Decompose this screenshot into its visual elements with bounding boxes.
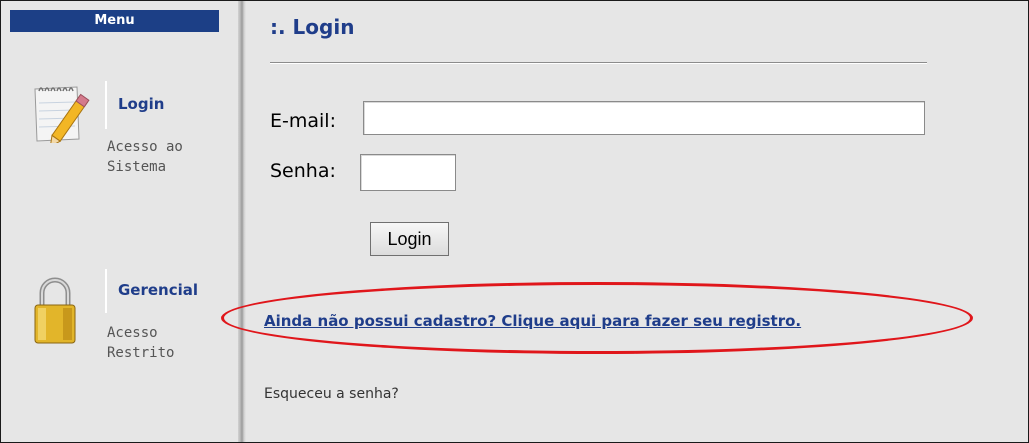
divider [105,269,107,313]
sidebar: Menu Login Acesso ao Sistema Gerencial A… [1,1,238,442]
sidebar-item-description: Acesso Restrito [107,325,175,361]
menu-header: Menu [10,10,219,32]
page-title: :. Login [270,15,355,39]
register-link[interactable]: Ainda não possui cadastro? Clique aqui p… [264,312,801,330]
padlock-icon [33,275,77,345]
sidebar-item-label[interactable]: Login [118,95,164,113]
email-label: E-mail: [270,110,336,132]
login-panel: :. Login E-mail: Senha: Login Ainda não … [246,1,1028,442]
divider [105,81,107,129]
sidebar-divider [238,1,246,442]
password-field[interactable] [360,154,456,191]
login-button[interactable]: Login [370,222,449,256]
email-field[interactable] [363,101,925,135]
sidebar-item-description: Acesso ao Sistema [107,139,183,175]
forgot-password-link[interactable]: Esqueceu a senha? [264,386,399,402]
title-divider [270,62,927,64]
notepad-pencil-icon [31,81,101,148]
page-frame: Menu Login Acesso ao Sistema Gerencial A… [0,0,1029,443]
password-label: Senha: [270,160,336,182]
sidebar-item-label[interactable]: Gerencial [118,281,198,299]
